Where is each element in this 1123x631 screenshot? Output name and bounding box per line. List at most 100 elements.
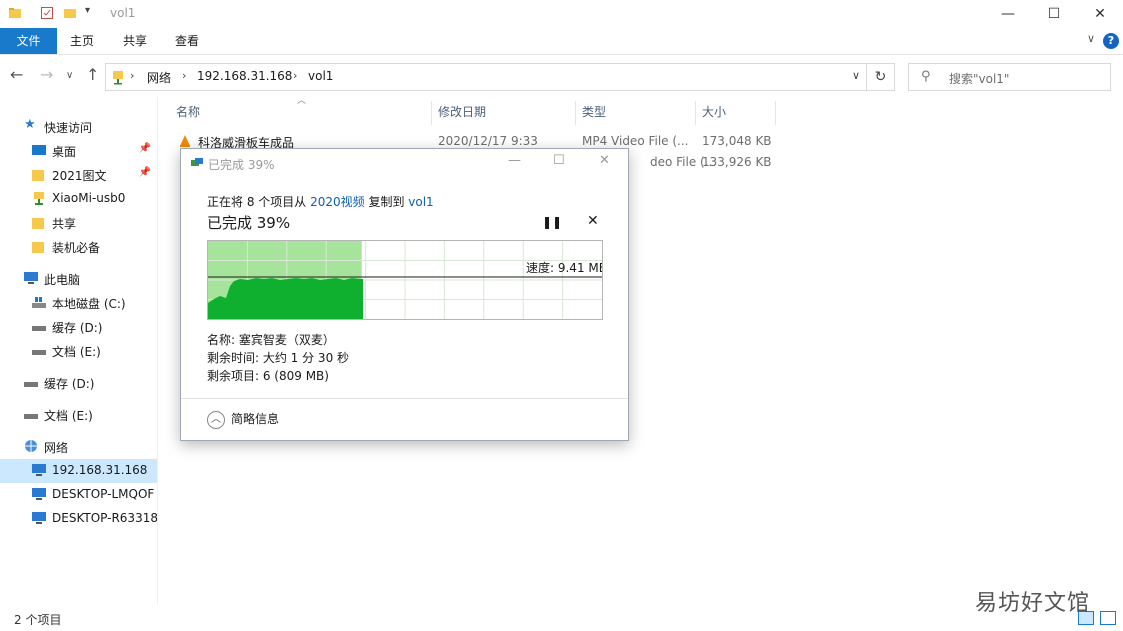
sidebar-item-this-pc[interactable]: 此电脑 (0, 267, 157, 291)
dialog-divider (181, 398, 628, 399)
address-bar[interactable]: › 网络 › 192.168.31.168 › vol1 ∨ (105, 63, 867, 91)
folder-icon (32, 218, 44, 229)
copy-description: 正在将 8 个项目从 2020视频 复制到 vol1 (207, 193, 434, 210)
file-type: MP4 Video File (... (582, 134, 689, 148)
column-header-name[interactable]: 名称 (170, 101, 432, 125)
chevron-up-icon: ︿ (207, 410, 225, 429)
breadcrumb-vol1[interactable]: vol1 (308, 69, 333, 83)
drive-icon (24, 382, 38, 387)
sidebar-item-drive-e[interactable]: 文档 (E:) (0, 339, 157, 363)
sidebar-item-drive-e-2[interactable]: 文档 (E:) (0, 403, 157, 427)
dialog-maximize-button: ☐ (553, 153, 565, 168)
sidebar-item-network[interactable]: 网络 (0, 435, 157, 459)
items-remaining-line: 剩余项目: 6 (809 MB) (207, 369, 329, 383)
copy-icon (191, 158, 203, 166)
navigation-bar: ← → ∨ ↑ › 网络 › 192.168.31.168 › vol1 ∨ ↻… (0, 55, 1123, 97)
cancel-button[interactable]: ✕ (587, 213, 599, 229)
sidebar-item-label: 文档 (E:) (52, 345, 101, 359)
chevron-right-icon: › (293, 69, 298, 82)
copy-progress-dialog: 已完成 39% — ☐ ✕ 正在将 8 个项目从 2020视频 复制到 vol1… (180, 148, 629, 441)
column-header-type[interactable]: 类型 (576, 101, 696, 125)
pane-divider[interactable] (157, 97, 158, 605)
sidebar-item-label: DESKTOP-LMQOF (52, 487, 155, 501)
sidebar-item-desktop-r63318[interactable]: DESKTOP-R63318 (0, 507, 158, 531)
sidebar-item-label: 网络 (44, 441, 69, 455)
tab-file[interactable]: 文件 (0, 28, 57, 54)
sidebar-item-desktop[interactable]: 桌面 📌 (0, 139, 157, 163)
destination-link[interactable]: vol1 (408, 195, 433, 209)
sidebar-item-label: 装机必备 (52, 241, 101, 255)
item-count: 2 个项目 (14, 613, 62, 627)
large-icons-view-icon[interactable] (1100, 611, 1116, 625)
sidebar-item-label: 桌面 (52, 145, 77, 159)
sidebar-item-label: XiaoMi-usb0 (52, 191, 126, 205)
network-icon (25, 440, 37, 452)
sidebar-item-drive-d[interactable]: 缓存 (D:) (0, 315, 157, 339)
expand-ribbon-icon[interactable]: ∨ (1087, 32, 1095, 45)
dialog-close-button[interactable]: ✕ (599, 153, 610, 168)
watermark: 易坊好文馆 (975, 591, 1091, 616)
sidebar-item-label: 缓存 (D:) (52, 321, 103, 335)
breadcrumb-network[interactable]: 网络 (147, 69, 171, 86)
tab-share[interactable]: 共享 (113, 28, 157, 54)
copy-description-mid: 复制到 (364, 195, 409, 209)
network-drive-icon (113, 71, 123, 85)
window-title: vol1 (110, 6, 136, 20)
progress-percent: 已完成 39% (207, 214, 291, 232)
sidebar-item-2021[interactable]: 2021图文 📌 (0, 163, 157, 187)
properties-icon[interactable] (40, 6, 54, 20)
sidebar-item-essentials[interactable]: 装机必备 (0, 235, 157, 259)
drive-icon (32, 350, 46, 355)
new-folder-icon[interactable] (63, 6, 77, 20)
drive-icon (32, 326, 46, 331)
sidebar-item-drive-d-2[interactable]: 缓存 (D:) (0, 371, 157, 395)
search-icon: ⚲ (921, 69, 931, 84)
sidebar-item-label: 缓存 (D:) (44, 377, 95, 391)
computer-icon (32, 512, 46, 524)
tab-view[interactable]: 查看 (165, 28, 209, 54)
back-button[interactable]: ← (10, 65, 23, 84)
windows-drive-icon (32, 297, 46, 308)
tab-home[interactable]: 主页 (60, 28, 104, 54)
sidebar-item-label: DESKTOP-R63318 (52, 511, 158, 525)
help-icon[interactable]: ? (1103, 33, 1119, 49)
vlc-file-icon (180, 135, 190, 147)
column-header-size[interactable]: 大小 (696, 101, 776, 125)
sidebar-item-drive-c[interactable]: 本地磁盘 (C:) (0, 291, 157, 315)
refresh-button[interactable]: ↻ (867, 63, 895, 91)
sidebar-item-label: 此电脑 (44, 273, 81, 287)
column-header-date[interactable]: 修改日期 (432, 101, 576, 125)
folder-icon[interactable] (8, 6, 22, 20)
desktop-icon (32, 145, 46, 155)
star-icon: ★ (24, 117, 36, 132)
sidebar-item-desktop-lmqof[interactable]: DESKTOP-LMQOF (0, 483, 157, 507)
search-input[interactable]: ⚲ 搜索"vol1" (908, 63, 1111, 91)
chevron-down-icon[interactable]: ∨ (852, 69, 860, 82)
minimize-button[interactable]: — (985, 0, 1031, 28)
close-button[interactable]: ✕ (1077, 0, 1123, 28)
maximize-button[interactable]: ☐ (1031, 0, 1077, 28)
file-size: 173,048 KB (702, 134, 772, 148)
pause-button[interactable]: ❚❚ (542, 215, 562, 229)
breadcrumb-host[interactable]: 192.168.31.168 (197, 69, 292, 83)
pin-icon[interactable]: 📌 (139, 167, 151, 178)
dialog-title: 已完成 39% (208, 158, 275, 172)
customize-quick-access-icon[interactable]: ▾ (85, 5, 90, 16)
chevron-right-icon: › (130, 69, 135, 82)
up-button[interactable]: ↑ (86, 65, 99, 84)
source-link[interactable]: 2020视频 (310, 195, 365, 209)
sidebar-item-host[interactable]: 192.168.31.168 (0, 459, 157, 483)
pin-icon[interactable]: 📌 (139, 143, 151, 154)
recent-locations-icon[interactable]: ∨ (66, 70, 73, 81)
time-remaining-line: 剩余时间: 大约 1 分 30 秒 (207, 351, 350, 365)
sidebar-item-quick-access[interactable]: ★ 快速访问 (0, 115, 157, 139)
sidebar-item-share[interactable]: 共享 (0, 211, 157, 235)
forward-button[interactable]: → (40, 65, 53, 84)
sidebar-item-xiaomi[interactable]: XiaoMi-usb0 (0, 187, 157, 211)
dialog-minimize-button[interactable]: — (508, 153, 521, 168)
fewer-details-button[interactable]: ︿ 简略信息 (207, 410, 279, 429)
sidebar-item-label: 共享 (52, 217, 77, 231)
folder-icon (32, 242, 44, 253)
ribbon-tabs: 文件 主页 共享 查看 ∨ ? (0, 28, 1123, 55)
network-drive-icon (34, 192, 44, 205)
